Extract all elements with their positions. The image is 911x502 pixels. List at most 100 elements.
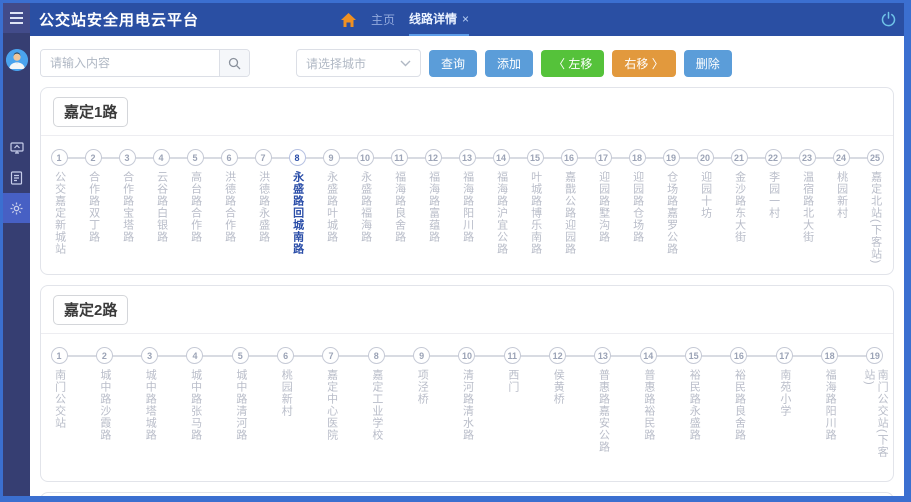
stop-label: 李园一村	[766, 171, 779, 219]
query-button[interactable]: 查询	[429, 50, 477, 77]
stop-8[interactable]: 8嘉定工业学校	[367, 347, 385, 471]
search-input[interactable]	[41, 50, 219, 76]
stop-23[interactable]: 23温宿路北大街	[798, 149, 816, 264]
move-left-button[interactable]: 〈 左移	[541, 50, 604, 77]
stop-label: 裕民路良舍路	[732, 369, 745, 441]
stop-2[interactable]: 2城中路沙霞路	[95, 347, 113, 471]
stop-label: 洪德路合作路	[222, 171, 235, 243]
stop-22[interactable]: 22李园一村	[764, 149, 782, 264]
stop-20[interactable]: 20 迎园十坊	[696, 149, 714, 264]
stop-label: 公交嘉定新城站	[52, 171, 65, 255]
app-window: 公交站安全用电云平台 主页 线路详情 ×	[0, 0, 911, 502]
stop-17[interactable]: 17迎园路墅沟路	[594, 149, 612, 264]
menu-toggle-button[interactable]	[3, 3, 30, 33]
stop-9[interactable]: 9项泾桥	[413, 347, 431, 471]
sidebar-nav	[3, 133, 30, 223]
stop-label: 叶城路博乐南路	[528, 171, 541, 255]
stop-2[interactable]: 2合作路双丁路	[84, 149, 102, 264]
stop-14[interactable]: 14普惠路裕民路	[639, 347, 657, 471]
stop-16[interactable]: 16嘉戬公路迎园路	[560, 149, 578, 264]
stop-15[interactable]: 15叶城路博乐南路	[526, 149, 544, 264]
stop-25[interactable]: 25嘉定北站(下客站)	[866, 149, 884, 264]
stop-label: 嘉定北站(下客站)	[868, 171, 881, 264]
stop-label: 福海路阳川路	[460, 171, 473, 243]
stop-8[interactable]: 8永盛路回城南路	[288, 149, 306, 264]
stop-19[interactable]: 19南门公交站(下客站)	[866, 347, 884, 471]
stop-5[interactable]: 5高台路合作路	[186, 149, 204, 264]
stop-number: 5	[187, 149, 204, 166]
stop-3[interactable]: 3合作路宝塔路	[118, 149, 136, 264]
stop-21[interactable]: 21金沙路东大街	[730, 149, 748, 264]
sidebar-item-monitor[interactable]	[3, 133, 30, 163]
stop-number: 20	[697, 149, 714, 166]
stop-13[interactable]: 13普惠路嘉安公路	[594, 347, 612, 471]
stop-4[interactable]: 4城中路张马路	[186, 347, 204, 471]
add-button[interactable]: 添加	[485, 50, 533, 77]
route-card: 嘉定3路	[40, 492, 894, 496]
stop-number: 3	[141, 347, 158, 364]
stop-3[interactable]: 3 城中路塔城路	[141, 347, 159, 471]
stop-number: 14	[493, 149, 510, 166]
route-name-tag: 嘉定1路	[53, 97, 128, 127]
stop-11[interactable]: 11西门	[503, 347, 521, 471]
stop-number: 16	[730, 347, 747, 364]
stop-17[interactable]: 17南苑小学	[775, 347, 793, 471]
stop-9[interactable]: 9永盛路叶城路	[322, 149, 340, 264]
gear-icon	[9, 201, 24, 216]
stop-label: 云谷路白银路	[154, 171, 167, 243]
stop-24[interactable]: 24桃园新村	[832, 149, 850, 264]
stop-5[interactable]: 5城中路清河路	[231, 347, 249, 471]
stop-number: 21	[731, 149, 748, 166]
app-title: 公交站安全用电云平台	[39, 9, 199, 30]
move-right-button[interactable]: 右移 〉	[612, 50, 675, 77]
stop-number: 3	[119, 149, 136, 166]
stop-7[interactable]: 7嘉定中心医院	[322, 347, 340, 471]
sidebar-item-document[interactable]	[3, 163, 30, 193]
stop-14[interactable]: 14福海路沪宜公路	[492, 149, 510, 264]
stop-label: 迎园十坊	[698, 171, 711, 219]
route-stops-row: 1 公交嘉定新城站 2合作路双丁路 3合作路宝塔路 4云谷路白银路 5高台路合作路 6洪德路…	[41, 136, 893, 264]
stop-label: 城中路塔城路	[143, 369, 156, 441]
tab-bar: 主页 线路详情 ×	[340, 3, 469, 36]
stop-16[interactable]: 16 裕民路良舍路	[730, 347, 748, 471]
stop-number: 19	[866, 347, 883, 364]
stop-12[interactable]: 12福海路富蕴路	[424, 149, 442, 264]
stop-18[interactable]: 18迎园路仓场路	[628, 149, 646, 264]
stop-1[interactable]: 1 公交嘉定新城站	[50, 149, 68, 264]
sidebar	[3, 3, 30, 496]
power-icon[interactable]	[880, 11, 897, 33]
stop-13[interactable]: 13福海路阳川路	[458, 149, 476, 264]
user-avatar[interactable]	[6, 49, 28, 71]
delete-button[interactable]: 删除	[684, 50, 732, 77]
document-icon	[10, 171, 23, 185]
stop-label: 洪德路永盛路	[256, 171, 269, 243]
tab-route-detail[interactable]: 线路详情 ×	[409, 3, 469, 36]
stop-number: 10	[357, 149, 374, 166]
tab-route-detail-label: 线路详情	[409, 10, 457, 27]
stop-18[interactable]: 18福海路阳川路	[821, 347, 839, 471]
stop-4[interactable]: 4云谷路白银路	[152, 149, 170, 264]
stop-7[interactable]: 7洪德路永盛路	[254, 149, 272, 264]
stop-19[interactable]: 19仓场路嘉罗公路	[662, 149, 680, 264]
search-button[interactable]	[219, 50, 249, 76]
stop-number: 16	[561, 149, 578, 166]
stop-label: 福海路良舍路	[392, 171, 405, 243]
stop-label: 桃园新村	[834, 171, 847, 219]
stop-15[interactable]: 15裕民路永盛路	[685, 347, 703, 471]
stop-number: 1	[51, 149, 68, 166]
stop-10[interactable]: 10清河路清水路	[458, 347, 476, 471]
stop-11[interactable]: 11福海路良舍路	[390, 149, 408, 264]
stop-6[interactable]: 6洪德路合作路	[220, 149, 238, 264]
stop-10[interactable]: 10永盛路福海路	[356, 149, 374, 264]
stop-6[interactable]: 6桃园新村	[277, 347, 295, 471]
sidebar-item-settings[interactable]	[3, 193, 30, 223]
stop-12[interactable]: 12侯黄桥	[549, 347, 567, 471]
stop-label: 南门公交站	[52, 369, 65, 429]
stop-number: 10	[458, 347, 475, 364]
home-icon[interactable]	[340, 12, 357, 28]
stop-number: 2	[85, 149, 102, 166]
tab-close-icon[interactable]: ×	[462, 12, 469, 26]
stop-1[interactable]: 1南门公交站	[50, 347, 68, 471]
city-select[interactable]: 请选择城市	[296, 49, 421, 77]
tab-home[interactable]: 主页	[371, 3, 395, 36]
